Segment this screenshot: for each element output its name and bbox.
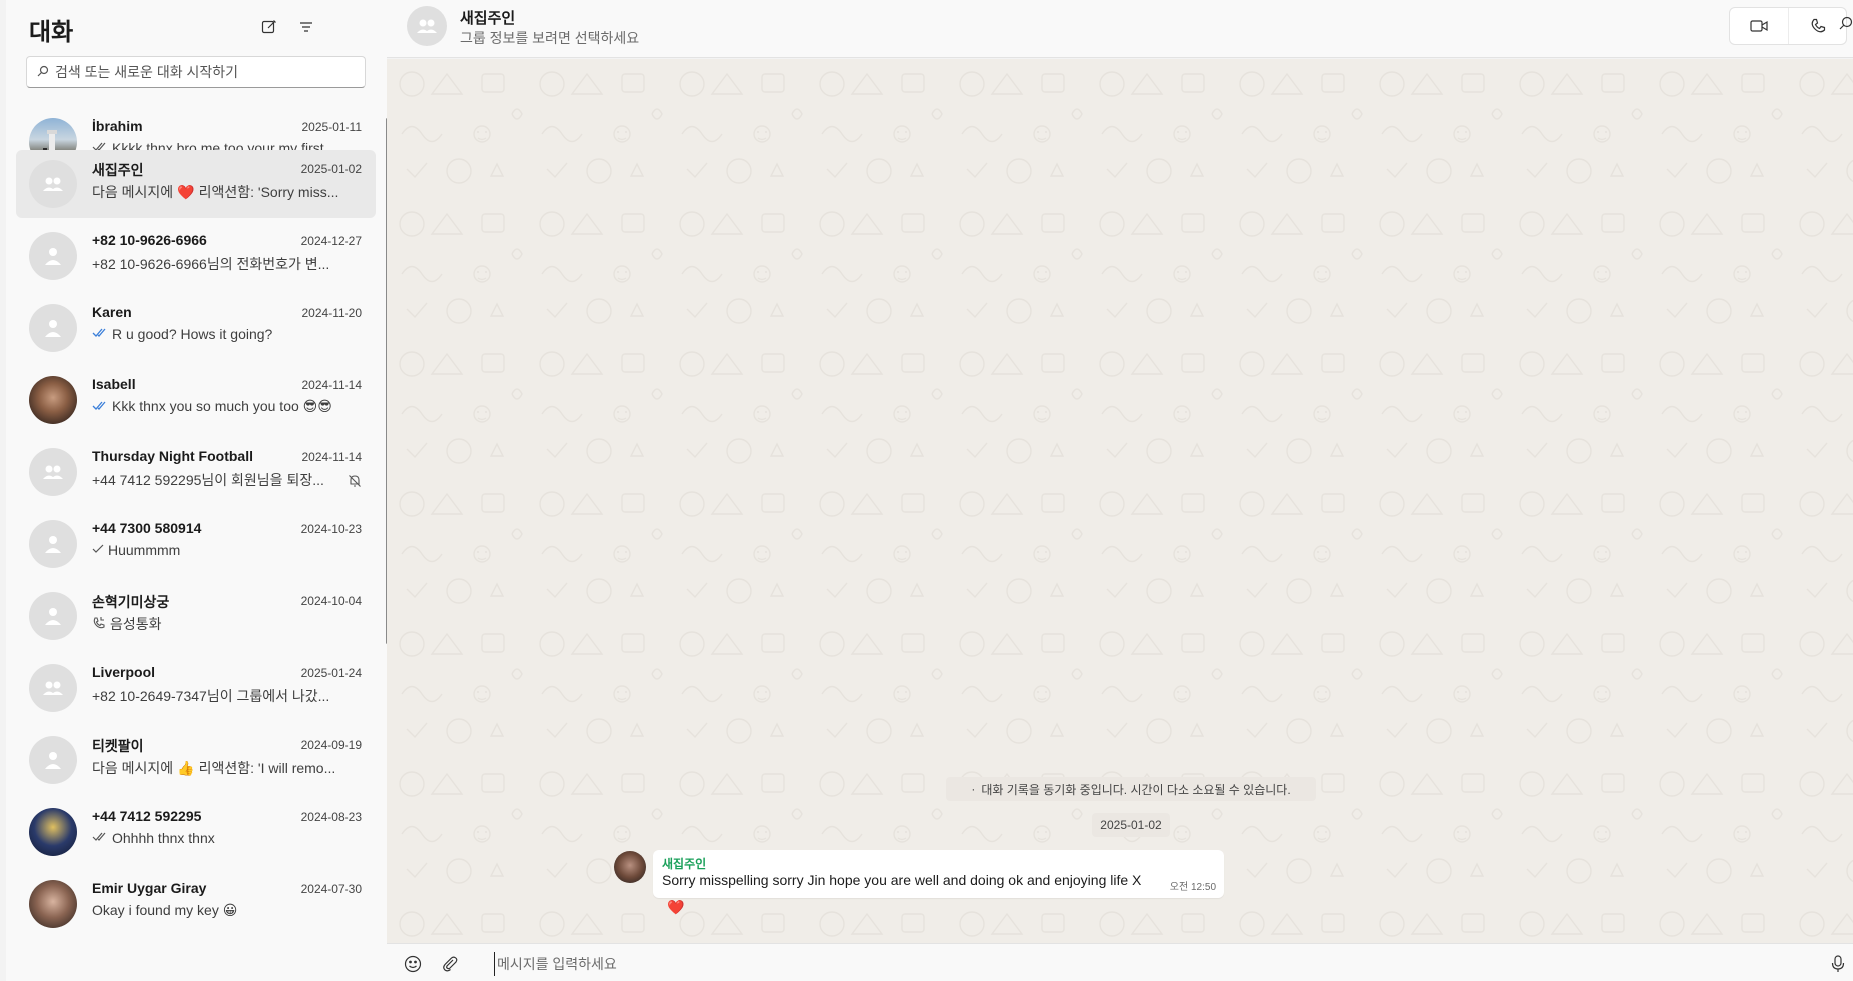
person-avatar-icon (29, 736, 77, 784)
heart-emoji: ❤️ (177, 183, 195, 200)
search-icon[interactable] (1839, 16, 1853, 33)
avatar (29, 808, 77, 856)
sidebar: 대화 İbrahim 2025-01-11 Kkkk thnx bro me t… (6, 0, 389, 981)
group-avatar-icon[interactable] (407, 6, 447, 46)
chat-name: +44 7412 592295 (92, 808, 202, 824)
chat-name: +44 7300 580914 (92, 520, 202, 536)
group-avatar-icon (29, 160, 77, 208)
chat-name: Thursday Night Football (92, 448, 253, 464)
person-avatar-icon (29, 592, 77, 640)
chat-name: Isabell (92, 376, 136, 392)
chat-preview: 음성통화 (92, 614, 362, 634)
chat-preview: Kkk thnx you so much you too 😎😎 (92, 398, 362, 415)
chat-date: 2024-08-23 (300, 810, 362, 824)
chat-name: İbrahim (92, 118, 143, 134)
person-avatar-icon (29, 232, 77, 280)
chat-item-contact[interactable]: +82 10-9626-6966 2024-12-27 +82 10-9626-… (16, 222, 376, 290)
chat-date: 2024-11-14 (301, 450, 363, 464)
chat-item-isabell[interactable]: Isabell 2024-11-14 Kkk thnx you so much … (16, 366, 376, 434)
search-icon (37, 64, 49, 80)
microphone-icon[interactable] (1827, 953, 1849, 975)
phone-call-icon[interactable] (1788, 8, 1846, 44)
chat-name: 새집주인 (92, 162, 144, 178)
person-avatar-icon (29, 304, 77, 352)
emoji-icon[interactable] (402, 953, 424, 975)
call-buttons (1729, 7, 1847, 45)
sidebar-title: 대화 (29, 19, 74, 46)
wallpaper-doodle-pattern (387, 59, 1853, 943)
message-area[interactable]: · 대화 기록을 동기화 중입니다. 시간이 다소 소요될 수 있습니다. 20… (387, 59, 1853, 943)
chat-item-emir[interactable]: Emir Uygar Giray 2024-07-30 Okay i found… (16, 870, 376, 938)
chat-date: 2024-11-20 (301, 306, 363, 320)
chat-date: 2024-12-27 (300, 234, 362, 248)
chat-name: 티켓팔이 (92, 738, 144, 754)
chat-item-contact-4[interactable]: +44 7412 592295 2024-08-23 Ohhhh thnx th… (16, 798, 376, 866)
chat-preview: Okay i found my key 😀 (92, 902, 238, 918)
chat-preview: Ohhhh thnx thnx (92, 830, 362, 846)
avatar (29, 376, 77, 424)
message-text: Sorry misspelling sorry Jin hope you are… (662, 872, 1142, 888)
message-input[interactable] (494, 952, 1794, 976)
chat-item-karen[interactable]: Karen 2024-11-20 R u good? Hows it going… (16, 294, 376, 362)
chat-item-contact-2[interactable]: +44 7300 580914 2024-10-23 Huummmm (16, 510, 376, 578)
chat-name: Emir Uygar Giray (92, 880, 207, 896)
chat-preview: +44 7412 592295님이 회원님을 퇴장... (92, 472, 324, 488)
chat-list: İbrahim 2025-01-11 Kkkk thnx bro me too … (6, 110, 387, 981)
chat-date: 2025-01-24 (300, 666, 362, 680)
chat-date: 2024-10-23 (300, 522, 362, 536)
chat-date: 2024-10-04 (300, 594, 362, 608)
chat-date: 2025-01-11 (301, 120, 363, 134)
chat-preview: Huummmm (92, 542, 362, 558)
group-avatar-icon (29, 664, 77, 712)
attach-icon[interactable] (439, 953, 461, 975)
person-avatar-icon (29, 520, 77, 568)
group-name[interactable]: 새집주인 (460, 7, 515, 28)
message-bubble[interactable]: 새집주인 Sorry misspelling sorry Jin hope yo… (653, 850, 1224, 898)
chat-date: 2025-01-02 (300, 162, 362, 176)
message-reaction[interactable]: ❤️ (665, 897, 687, 917)
chat-preview: +82 10-2649-7347님이 그룹에서 나갔... (92, 688, 330, 704)
conversation-header[interactable]: 새집주인 그룹 정보를 보려면 선택하세요 (387, 0, 1853, 58)
chat-date: 2024-07-30 (300, 882, 362, 896)
date-separator: 2025-01-02 (1092, 813, 1170, 837)
search-box[interactable] (26, 56, 366, 88)
chat-item-thursday-night-football[interactable]: Thursday Night Football 2024-11-14 +44 7… (16, 438, 376, 506)
chat-item-liverpool[interactable]: Liverpool 2025-01-24 +82 10-2649-7347님이 … (16, 654, 376, 722)
double-check-blue-icon (92, 326, 108, 342)
chat-item-group-active[interactable]: 새집주인 2025-01-02 다음 메시지에 ❤️ 리액션함: 'Sorry … (16, 150, 376, 218)
chat-preview: +82 10-9626-6966님의 전화번호가 변... (92, 256, 330, 272)
message-sender: 새집주인 (662, 857, 707, 871)
chat-name: Karen (92, 304, 132, 320)
double-check-icon (92, 830, 108, 846)
sidebar-header: 대화 (6, 0, 387, 52)
chat-date: 2024-11-14 (301, 378, 363, 392)
spinner-icon: · (971, 782, 976, 796)
chat-name: +82 10-9626-6966 (92, 232, 207, 248)
muted-bell-icon (348, 474, 362, 491)
chat-date: 2024-09-19 (300, 738, 362, 752)
avatar (29, 880, 77, 928)
single-check-icon (92, 542, 104, 558)
chat-preview: 다음 메시지에 👍 리액션함: 'I will remo... (92, 759, 336, 777)
sender-avatar[interactable] (614, 851, 646, 883)
voice-call-icon (92, 616, 106, 633)
message-time: 오전 12:50 (1169, 882, 1216, 893)
video-call-icon[interactable] (1730, 8, 1788, 44)
thumbs-up-emoji: 👍 (177, 759, 195, 776)
double-check-blue-icon (92, 399, 108, 415)
conversation-pane: 새집주인 그룹 정보를 보려면 선택하세요 · 대화 기록을 동기화 중입니다.… (387, 0, 1853, 981)
chat-preview: 다음 메시지에 ❤️ 리액션함: 'Sorry miss... (92, 183, 339, 201)
chat-name: Liverpool (92, 664, 156, 680)
message-composer (387, 943, 1853, 981)
chat-item-contact-3[interactable]: 손혁기미상궁 2024-10-04 음성통화 (16, 582, 376, 650)
compose-icon[interactable] (257, 15, 281, 39)
group-subtitle[interactable]: 그룹 정보를 보려면 선택하세요 (460, 28, 639, 48)
chat-name: 손혁기미상궁 (92, 594, 170, 610)
sync-notice: · 대화 기록을 동기화 중입니다. 시간이 다소 소요될 수 있습니다. (946, 777, 1316, 801)
chat-item-ticket[interactable]: 티켓팔이 2024-09-19 다음 메시지에 👍 리액션함: 'I will … (16, 726, 376, 794)
group-avatar-icon (29, 448, 77, 496)
filter-icon[interactable] (294, 15, 318, 39)
chat-preview: R u good? Hows it going? (92, 326, 362, 342)
search-input[interactable] (55, 64, 345, 80)
